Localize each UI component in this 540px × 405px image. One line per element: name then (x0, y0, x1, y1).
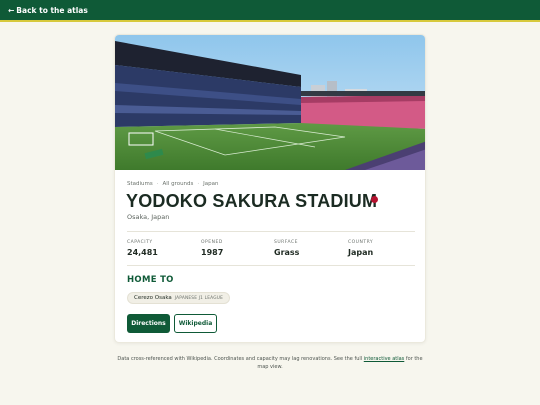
stat-label: COUNTRY (348, 240, 374, 245)
stat-value: Grass (274, 248, 300, 257)
stat-value: 24,481 (127, 248, 158, 257)
stadium-location: Osaka, Japan (127, 213, 170, 221)
stat-capacity: CAPACITY 24,481 (127, 240, 158, 257)
divider (127, 265, 415, 266)
top-bar: ← Back to the atlas (0, 0, 540, 22)
club-name: Cerezo Osaka (134, 295, 172, 301)
breadcrumb-item-all-grounds[interactable]: All grounds (163, 181, 194, 187)
stat-label: OPENED (201, 240, 223, 245)
breadcrumb-item-japan[interactable]: Japan (203, 181, 218, 187)
footnote: Data cross-referenced with Wikipedia. Co… (114, 355, 426, 371)
page-title: YODOKO SAKURA STADIUM (126, 191, 378, 211)
breadcrumb: Stadiums · All grounds · Japan (127, 181, 219, 187)
stadium-card: Stadiums · All grounds · Japan YODOKO SAKURA… (114, 34, 426, 343)
stat-label: CAPACITY (127, 240, 153, 245)
stadium-photo (115, 35, 425, 170)
breadcrumb-item-stadiums[interactable]: Stadiums (127, 181, 153, 187)
stat-country: COUNTRY Japan (348, 240, 373, 257)
club-chip[interactable]: Cerezo Osaka JAPANESE J1 LEAGUE (127, 292, 231, 304)
back-link-label: Back to the atlas (16, 6, 88, 15)
footnote-text: Data cross-referenced with Wikipedia. Co… (117, 356, 364, 362)
stat-value: 1987 (201, 248, 224, 257)
breadcrumb-separator: · (197, 181, 200, 187)
arrow-left-icon: ← (8, 6, 15, 15)
breadcrumb-separator: · (156, 181, 159, 187)
back-to-atlas-link[interactable]: ← Back to the atlas (8, 6, 88, 15)
divider (127, 231, 415, 232)
japan-flag-icon (371, 196, 378, 203)
interactive-atlas-link[interactable]: interactive atlas (364, 356, 405, 362)
home-to-heading: HOME TO (127, 275, 174, 285)
wikipedia-button[interactable]: Wikipedia (174, 314, 217, 333)
stat-surface: SURFACE Grass (274, 240, 299, 257)
stat-opened: OPENED 1987 (201, 240, 223, 257)
directions-button[interactable]: Directions (127, 314, 170, 333)
club-league: JAPANESE J1 LEAGUE (174, 295, 224, 301)
stat-value: Japan (348, 248, 374, 257)
stat-label: SURFACE (274, 240, 298, 245)
